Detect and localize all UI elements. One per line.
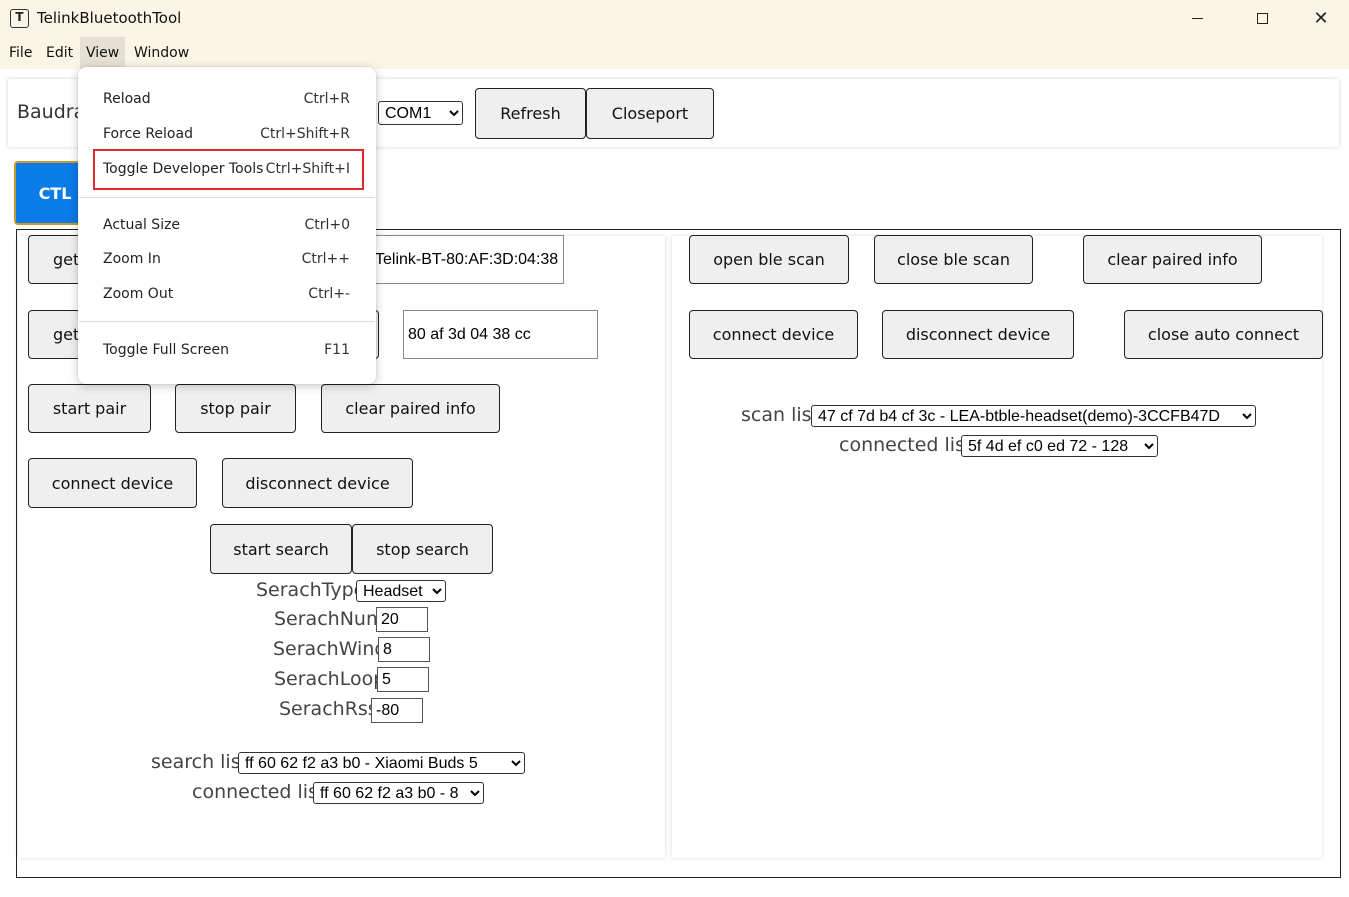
menu-shortcut-actual-size: Ctrl+0 <box>304 217 350 233</box>
menu-shortcut-toggle-full-screen: F11 <box>324 342 350 358</box>
close-icon: ✕ <box>1313 8 1329 29</box>
menu-item-force-reload[interactable]: Force Reload <box>103 126 193 142</box>
search-num-label: SerachNum <box>274 608 385 630</box>
search-loop-label: SerachLoop <box>274 668 386 690</box>
menu-item-reload[interactable]: Reload <box>103 91 151 107</box>
search-list-label: search list <box>151 751 249 773</box>
open-ble-scan-button[interactable]: open ble scan <box>689 235 849 284</box>
scan-list-label: scan list <box>741 404 819 426</box>
search-type-select[interactable]: Headset <box>356 580 446 602</box>
menu-bar <box>0 37 1349 69</box>
closeport-button[interactable]: Closeport <box>586 88 714 139</box>
menu-divider <box>79 321 375 322</box>
disconnect-device-button[interactable]: disconnect device <box>222 458 413 508</box>
close-auto-connect-button[interactable]: close auto connect <box>1124 310 1323 359</box>
menu-edit[interactable]: Edit <box>40 37 79 69</box>
menu-shortcut-reload: Ctrl+R <box>303 91 350 107</box>
search-wind-field[interactable] <box>378 637 430 662</box>
scan-list-select[interactable]: 47 cf 7d b4 cf 3c - LEA-btble-headset(de… <box>811 405 1256 427</box>
search-wind-label: SerachWind <box>273 638 387 660</box>
refresh-button[interactable]: Refresh <box>475 88 586 139</box>
baudrate-label: Baudra <box>17 101 86 123</box>
ble-connect-device-button[interactable]: connect device <box>689 310 858 359</box>
clear-paired-info-button[interactable]: clear paired info <box>321 384 500 433</box>
mac-address-field[interactable] <box>403 310 598 359</box>
search-rssi-label: SerachRssi <box>279 698 383 720</box>
menu-file[interactable]: File <box>3 37 38 69</box>
menu-item-zoom-out[interactable]: Zoom Out <box>103 286 173 302</box>
maximize-icon <box>1256 13 1268 24</box>
ble-connected-list-label: connected list <box>839 434 973 456</box>
stop-search-button[interactable]: stop search <box>352 524 493 574</box>
menu-view[interactable]: View <box>80 37 126 69</box>
ble-disconnect-device-button[interactable]: disconnect device <box>882 310 1074 359</box>
connect-device-button[interactable]: connect device <box>28 458 197 508</box>
com-port-select[interactable]: COM1 <box>378 101 463 125</box>
stop-pair-button[interactable]: stop pair <box>175 384 296 433</box>
ble-connected-list-select[interactable]: 5f 4d ef c0 ed 72 - 128 <box>961 435 1158 457</box>
close-ble-scan-button[interactable]: close ble scan <box>874 235 1033 284</box>
close-button[interactable]: ✕ <box>1298 0 1344 37</box>
app-icon: T <box>10 9 29 28</box>
menu-window[interactable]: Window <box>128 37 195 69</box>
maximize-button[interactable] <box>1239 0 1285 37</box>
ble-clear-paired-info-button[interactable]: clear paired info <box>1083 235 1262 284</box>
connected-list-label: connected list <box>192 781 326 803</box>
menu-shortcut-zoom-in: Ctrl++ <box>301 251 350 267</box>
menu-shortcut-zoom-out: Ctrl+- <box>308 286 350 302</box>
menu-divider <box>79 197 375 198</box>
device-name-field[interactable] <box>370 235 564 284</box>
start-search-button[interactable]: start search <box>210 524 352 574</box>
start-pair-button[interactable]: start pair <box>28 384 151 433</box>
menu-item-actual-size[interactable]: Actual Size <box>103 217 180 233</box>
highlight-box <box>93 149 364 190</box>
search-num-field[interactable] <box>376 607 428 632</box>
menu-item-zoom-in[interactable]: Zoom In <box>103 251 161 267</box>
minimize-icon <box>1191 18 1203 19</box>
search-type-label: SerachType <box>256 579 366 601</box>
title-bar <box>0 0 1349 37</box>
menu-shortcut-force-reload: Ctrl+Shift+R <box>260 126 350 142</box>
window-title: TelinkBluetoothTool <box>37 9 182 27</box>
search-loop-field[interactable] <box>377 667 429 692</box>
connected-list-select[interactable]: ff 60 62 f2 a3 b0 - 8 <box>313 782 484 804</box>
search-rssi-field[interactable] <box>371 698 423 723</box>
minimize-button[interactable] <box>1174 0 1220 37</box>
search-list-select[interactable]: ff 60 62 f2 a3 b0 - Xiaomi Buds 5 <box>238 752 525 774</box>
